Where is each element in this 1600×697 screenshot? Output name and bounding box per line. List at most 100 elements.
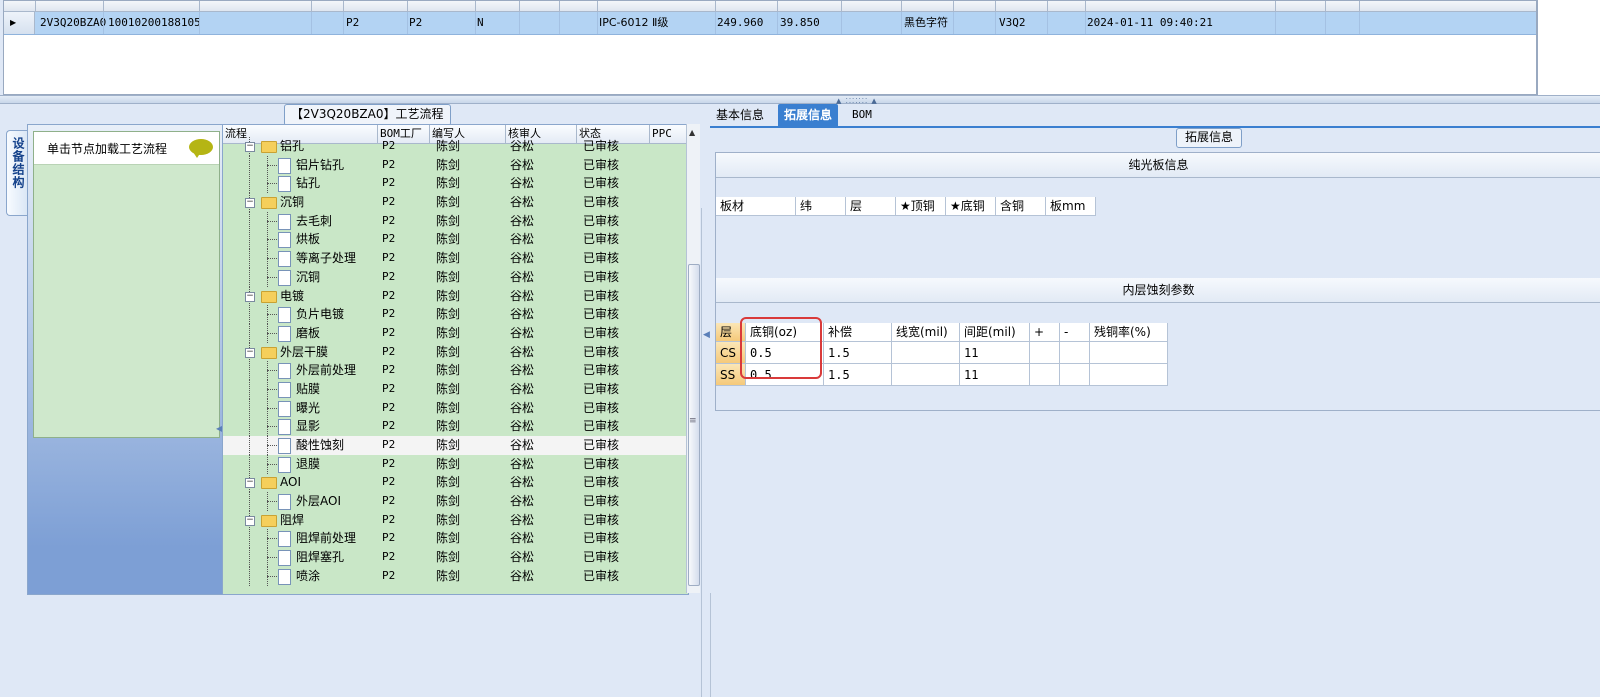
tree-row[interactable]: 外层前处理 P2 陈剑 谷松 已审核 [223,361,688,381]
cell-silkscreen[interactable]: 黑色字符 [904,12,948,34]
document-icon [278,157,291,174]
cell-col-b[interactable]: P2 [409,12,422,34]
etching-cell-comp[interactable]: 1.5 [824,364,892,386]
tree-row[interactable]: − 沉铜 P2 陈剑 谷松 已审核 [223,193,688,213]
tree-cell-bom: P2 [382,344,396,358]
etching-cell-minus[interactable] [1060,342,1090,364]
tree-cell-bom: P2 [382,363,396,377]
etching-col-header[interactable]: 线宽(mil) [892,323,960,342]
tree-scrollbar[interactable]: ▲ ≡ [686,124,700,593]
etching-cell-minus[interactable] [1060,364,1090,386]
etching-col-header[interactable]: + [1030,323,1060,342]
tree-row[interactable]: 阻焊塞孔 P2 陈剑 谷松 已审核 [223,548,688,568]
tree-row[interactable]: 显影 P2 陈剑 谷松 已审核 [223,417,688,437]
etching-col-header[interactable]: 间距(mil) [960,323,1030,342]
expander-icon[interactable]: − [245,291,255,302]
bare-board-col-header[interactable]: 含铜 [996,197,1046,216]
tree-row[interactable]: − 外层干膜 P2 陈剑 谷松 已审核 [223,342,688,362]
tree-connector [249,379,250,399]
tree-cell-writer: 陈剑 [436,550,461,565]
etching-cell-spacing[interactable]: 11 [960,342,1030,364]
scroll-up-icon[interactable]: ▲ [689,128,695,137]
etching-cell-plus[interactable] [1030,342,1060,364]
tree-row[interactable]: 酸性蚀刻 P2 陈剑 谷松 已审核 [223,436,688,455]
tab-bom[interactable]: BOM [846,104,878,126]
tree-row[interactable]: 铝片钻孔 P2 陈剑 谷松 已审核 [223,155,688,175]
cell-version[interactable]: V3Q2 [999,12,1026,34]
tab-extended-info[interactable]: 拓展信息 [778,104,839,126]
tree-cell-status: 已审核 [583,550,620,565]
tree-row[interactable]: 负片电镀 P2 陈剑 谷松 已审核 [223,305,688,325]
cell-grade[interactable]: IPC-6012 Ⅱ级 [599,12,668,34]
tab-basic-info[interactable]: 基本信息 [710,104,770,126]
etching-cell-residual[interactable] [1090,364,1168,386]
table-row[interactable]: ▶ 2V3Q20BZA0 10010200188105 P2 P2 N IPC-… [4,12,1536,35]
etching-col-header[interactable]: 残铜率(%) [1090,323,1168,342]
cell-val1[interactable]: 249.960 [717,12,763,34]
tree-row[interactable]: 喷涂 P2 陈剑 谷松 已审核 [223,566,688,586]
bare-board-col-header[interactable]: ★底铜 [946,197,996,216]
cell-part-no[interactable]: 2V3Q20BZA0 [40,12,106,34]
folder-icon [261,477,277,490]
etching-cell-spacing[interactable]: 11 [960,364,1030,386]
tree-row[interactable]: 退膜 P2 陈剑 谷松 已审核 [223,454,688,474]
bare-board-col-header[interactable]: 层 [846,197,896,216]
header-cell [199,1,312,11]
expander-icon[interactable]: − [245,478,255,489]
tree-row[interactable]: 磨板 P2 陈剑 谷松 已审核 [223,323,688,343]
tree-cell-writer: 陈剑 [436,438,461,452]
tree-row[interactable]: 等离子处理 P2 陈剑 谷松 已审核 [223,249,688,269]
tree-cell-bom: P2 [382,307,396,321]
expander-icon[interactable]: − [245,347,255,358]
tree-row[interactable]: 钻孔 P2 陈剑 谷松 已审核 [223,174,688,194]
tree-row[interactable]: 烘板 P2 陈剑 谷松 已审核 [223,230,688,250]
etching-cell-residual[interactable] [1090,342,1168,364]
tree-row[interactable]: − 电镀 P2 陈剑 谷松 已审核 [223,286,688,306]
tree-cell-bom: P2 [382,381,396,395]
etching-cell-comp[interactable]: 1.5 [824,342,892,364]
bare-board-col-header[interactable]: 板mm [1046,197,1096,216]
side-panel-content: 单击节点加载工艺流程 [33,131,220,438]
tree-cell-reviewer: 谷松 [510,344,535,359]
tree-cell-bom: P2 [382,494,396,508]
tab-underline [710,126,1600,128]
expander-icon[interactable]: − [245,142,255,152]
tree-cell-bom: P2 [382,195,396,209]
cell-datetime[interactable]: 2024-01-11 09:40:21 [1087,12,1213,34]
etching-cell-line-width[interactable] [892,342,960,364]
cell-col-a[interactable]: P2 [346,12,359,34]
etching-col-header[interactable]: - [1060,323,1090,342]
cell-code[interactable]: 10010200188105 [108,12,201,34]
expander-icon[interactable]: − [245,515,255,526]
etching-cell-plus[interactable] [1030,364,1060,386]
tree-row[interactable]: 曝光 P2 陈剑 谷松 已审核 [223,398,688,418]
expander-icon[interactable]: − [245,198,255,209]
tree-row[interactable]: − 阻焊 P2 陈剑 谷松 已审核 [223,510,688,530]
header-cell [407,1,476,11]
row-indicator[interactable]: ▶ [4,12,35,34]
tree-row[interactable]: − AOI P2 陈剑 谷松 已审核 [223,473,688,493]
tree-row[interactable]: − 铝孔 P2 陈剑 谷松 已审核 [223,137,688,156]
bare-board-col-header[interactable]: 纬 [796,197,846,216]
etching-col-header[interactable]: 补偿 [824,323,892,342]
collapse-arrow-icon[interactable]: ◀ [703,330,710,340]
horizontal-splitter[interactable]: ▲ ⁚⁚⁚⁚⁚⁚⁚ ▲ [0,95,1600,105]
tab-equipment-structure[interactable]: 设备结构 [6,130,28,216]
tree-node-label: 外层干膜 [280,344,329,359]
document-icon [278,438,291,454]
tree-row[interactable]: 沉铜 P2 陈剑 谷松 已审核 [223,267,688,287]
load-hint-row[interactable]: 单击节点加载工艺流程 [34,132,219,165]
bare-board-col-header[interactable]: ★顶铜 [896,197,946,216]
tree-cell-reviewer: 谷松 [510,494,535,509]
tree-connector [267,239,277,241]
document-icon [278,251,291,268]
divider [953,12,954,34]
cell-col-c[interactable]: N [477,12,484,34]
bare-board-col-header[interactable]: 板材 [716,197,796,216]
etching-cell-line-width[interactable] [892,364,960,386]
tree-row[interactable]: 阻焊前处理 P2 陈剑 谷松 已审核 [223,529,688,549]
tree-row[interactable]: 去毛刺 P2 陈剑 谷松 已审核 [223,211,688,231]
cell-val2[interactable]: 39.850 [780,12,820,34]
tree-row[interactable]: 贴膜 P2 陈剑 谷松 已审核 [223,379,688,399]
tree-row[interactable]: 外层AOI P2 陈剑 谷松 已审核 [223,492,688,512]
